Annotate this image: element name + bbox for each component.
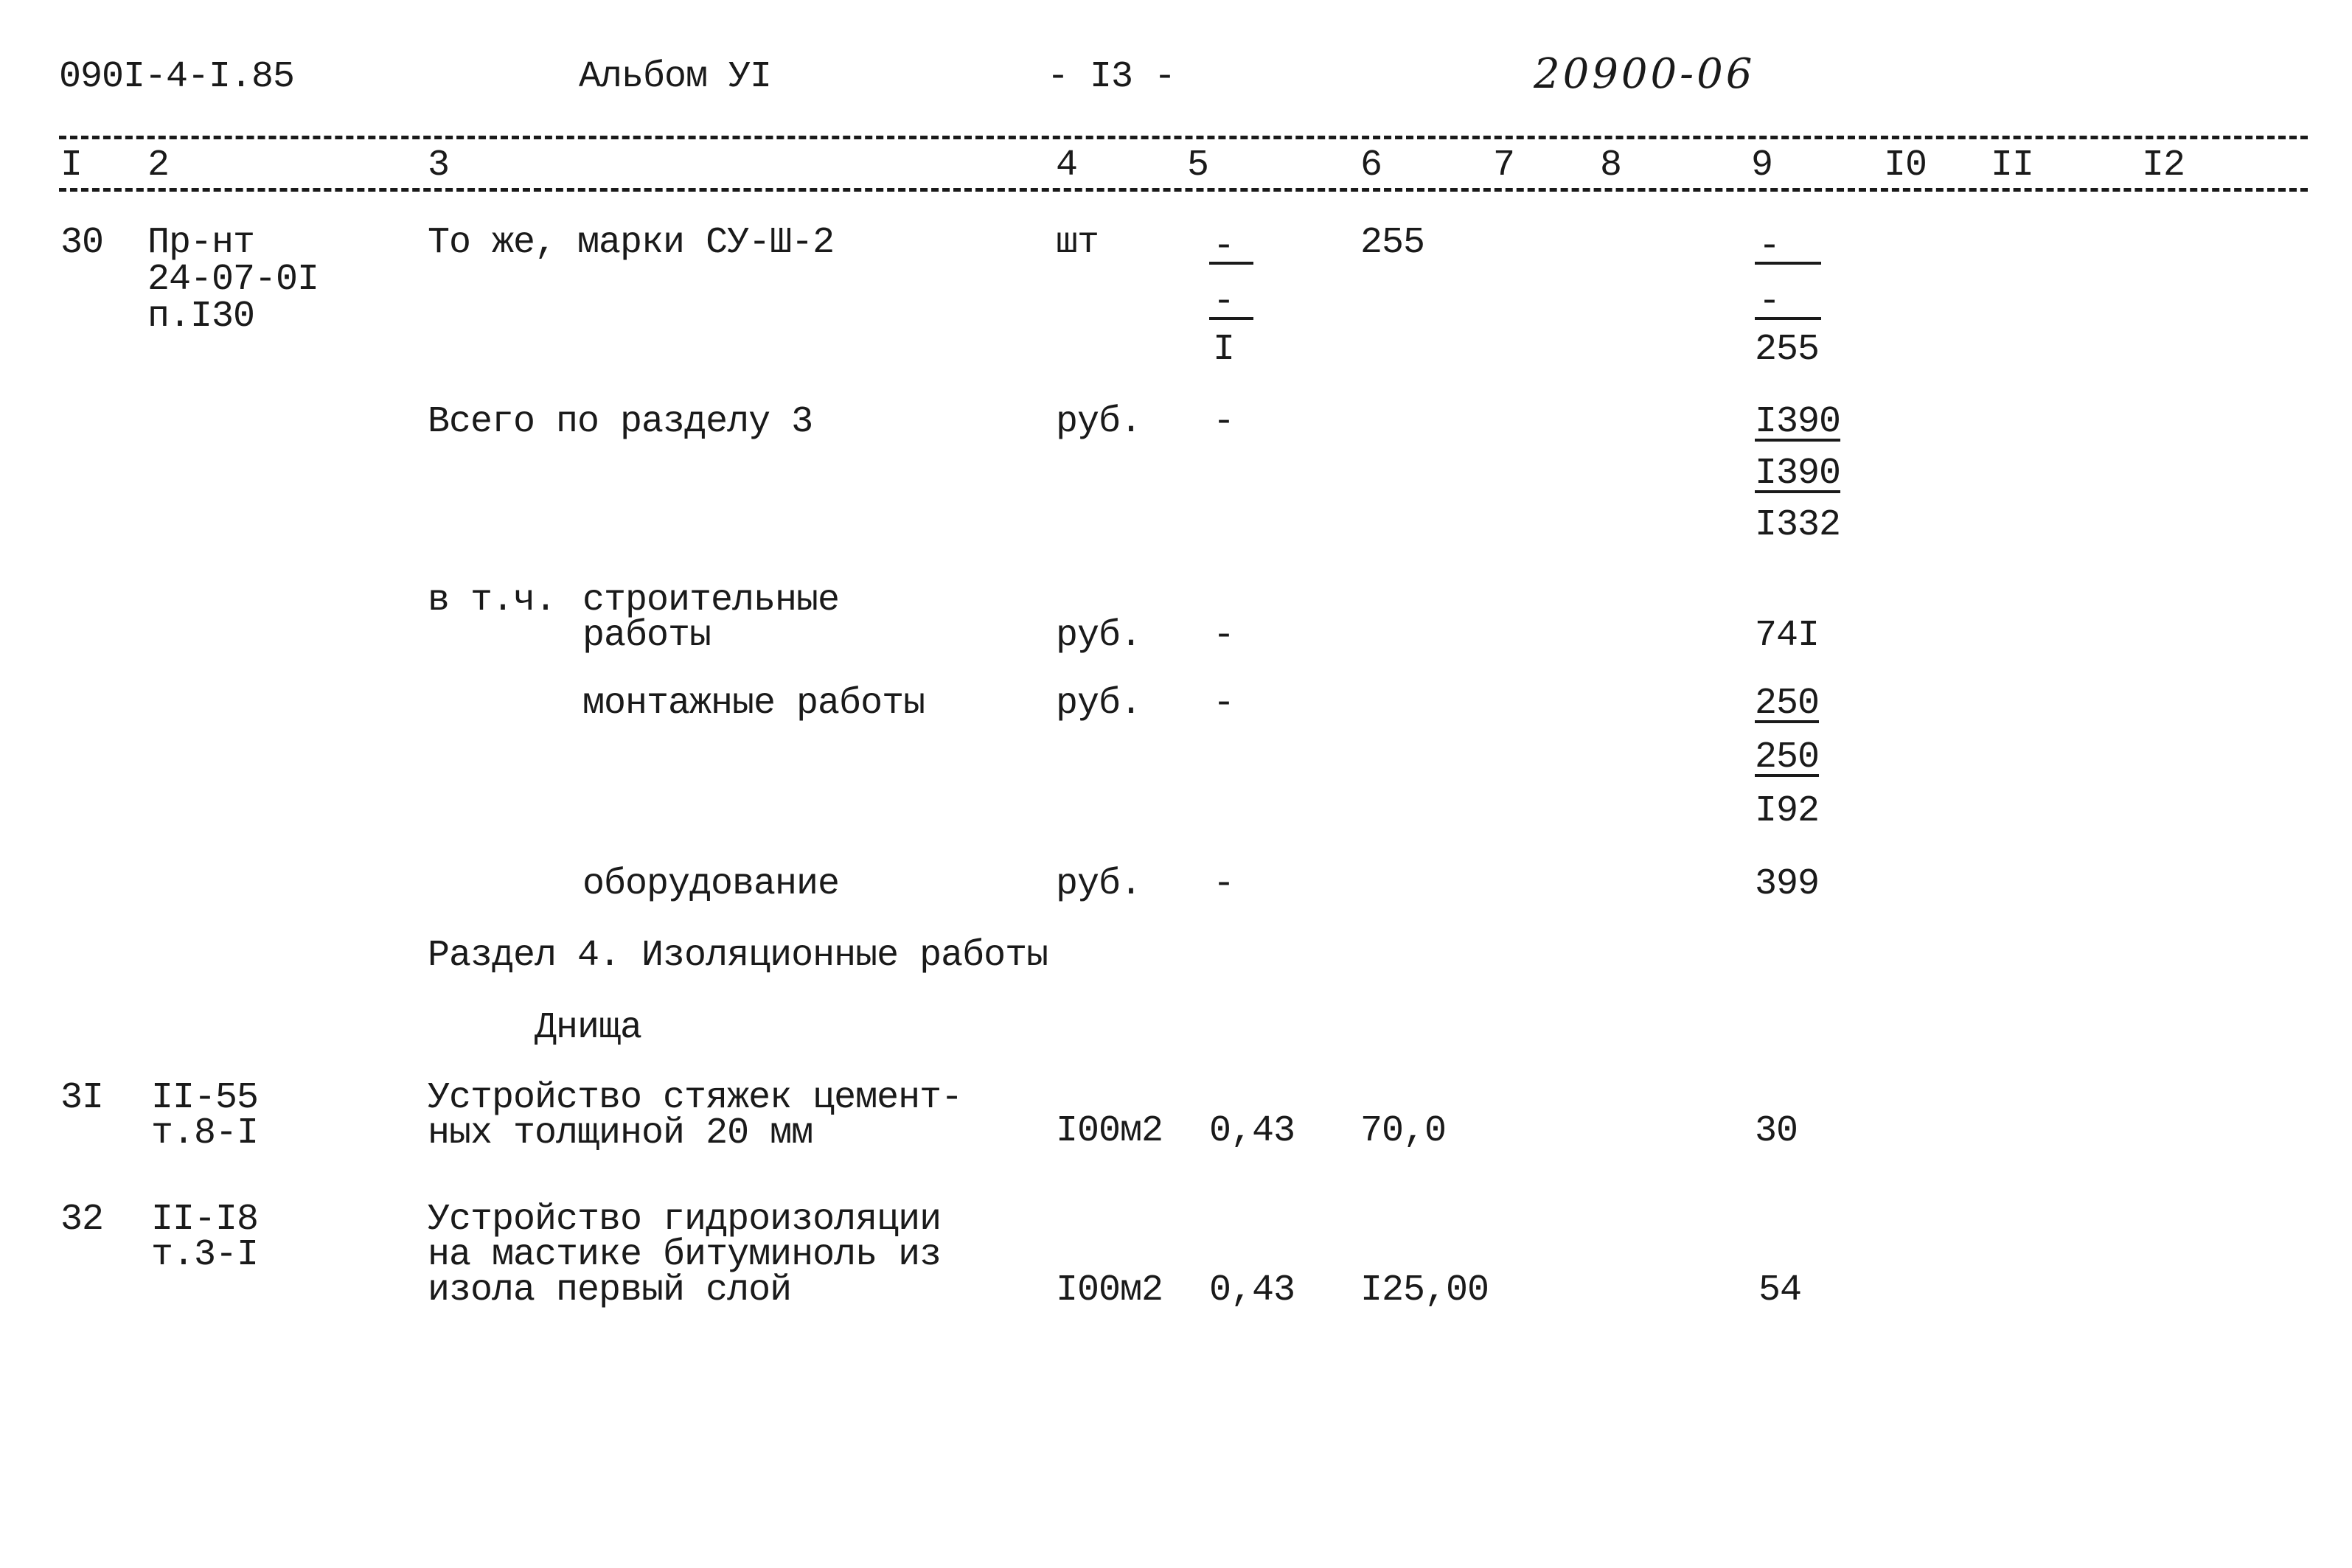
row-description: строительные: [582, 579, 840, 621]
column-header: 8: [1600, 144, 1622, 187]
row-quantity: 0,43: [1209, 1269, 1295, 1311]
row-number: 3I: [60, 1077, 104, 1119]
row-col6: 255: [1360, 222, 1425, 264]
row-description: Устройство стяжек цемент-: [428, 1077, 963, 1119]
row-col5: -: [1213, 615, 1235, 657]
column-header: I2: [2142, 144, 2185, 187]
column-header: I0: [1884, 144, 1927, 187]
column-header: 9: [1751, 144, 1773, 187]
column-header: 7: [1493, 144, 1515, 187]
row-unit: I00м2: [1056, 1269, 1163, 1311]
row-ref: II-55: [151, 1077, 259, 1119]
row-total: 54: [1758, 1269, 1802, 1311]
row-description: на мастике битуминоль из: [428, 1234, 942, 1276]
column-header: 4: [1056, 144, 1078, 187]
row-col9: 74I: [1755, 615, 1820, 657]
row-col5: -: [1213, 863, 1235, 905]
row-col9: -: [1758, 226, 1781, 268]
row-col9: I390: [1755, 453, 1841, 495]
album-label: Альбом УI: [579, 56, 772, 98]
row-ref: т.3-I: [151, 1234, 259, 1276]
row-description: изола первый слой: [428, 1269, 792, 1311]
row-col5: -: [1213, 281, 1235, 323]
row-desc-prefix: в т.ч.: [428, 579, 557, 621]
column-header: II: [1991, 144, 2034, 187]
fraction-line: [1755, 262, 1821, 265]
row-col9: 255: [1755, 329, 1820, 371]
row-col9: 399: [1755, 863, 1820, 905]
row-col5: -: [1213, 226, 1235, 268]
row-col9: I332: [1755, 504, 1841, 546]
row-description: Устройство гидроизоляции: [428, 1199, 942, 1241]
row-unit: руб.: [1056, 401, 1142, 443]
row-col9: I390: [1755, 401, 1841, 443]
row-unit: руб.: [1056, 615, 1142, 657]
row-col5: -: [1213, 401, 1235, 443]
row-number: 32: [60, 1199, 104, 1241]
row-description: ных толщиной 20 мм: [428, 1112, 813, 1154]
header-top-divider: [59, 136, 2308, 139]
row-price: I25,00: [1360, 1269, 1489, 1311]
fraction-line: [1209, 317, 1253, 320]
row-description: работы: [582, 615, 711, 657]
section-subtitle: Днища: [535, 1007, 642, 1049]
row-unit: руб.: [1056, 683, 1142, 725]
page-number: - I3 -: [1047, 56, 1176, 98]
section-title: Раздел 4. Изоляционные работы: [428, 935, 1048, 977]
row-total: 30: [1755, 1110, 1798, 1152]
handwritten-number: 20900-06: [1534, 50, 1756, 98]
row-description: То же, марки СУ-Ш-2: [428, 222, 835, 264]
row-col9: I92: [1755, 790, 1820, 832]
document-code: 090I-4-I.85: [59, 56, 295, 98]
row-price: 70,0: [1360, 1110, 1447, 1152]
column-header: 6: [1360, 144, 1382, 187]
row-number: 30: [60, 222, 104, 264]
row-quantity: 0,43: [1209, 1110, 1295, 1152]
row-description: оборудование: [582, 863, 840, 905]
column-header: 2: [147, 144, 170, 187]
row-col9: 250: [1755, 683, 1820, 725]
row-unit: руб.: [1056, 863, 1142, 905]
row-unit: I00м2: [1056, 1110, 1163, 1152]
row-ref: п.I30: [147, 296, 255, 338]
column-header: 5: [1187, 144, 1209, 187]
row-col5: I: [1213, 329, 1235, 371]
column-header: I: [60, 144, 83, 187]
row-unit: шт: [1056, 222, 1099, 264]
row-description: монтажные работы: [582, 683, 925, 725]
row-ref: т.8-I: [151, 1112, 259, 1154]
header-bottom-divider: [59, 188, 2308, 192]
row-col9: 250: [1755, 736, 1820, 778]
row-description: Всего по разделу 3: [428, 401, 813, 443]
row-col5: -: [1213, 683, 1235, 725]
fraction-line: [1209, 262, 1253, 265]
row-ref: 24-07-0I: [147, 259, 319, 301]
column-header: 3: [428, 144, 450, 187]
fraction-line: [1755, 317, 1821, 320]
row-ref: II-I8: [151, 1199, 259, 1241]
row-col9: -: [1758, 281, 1781, 323]
row-ref: Пр-нт: [147, 222, 255, 264]
